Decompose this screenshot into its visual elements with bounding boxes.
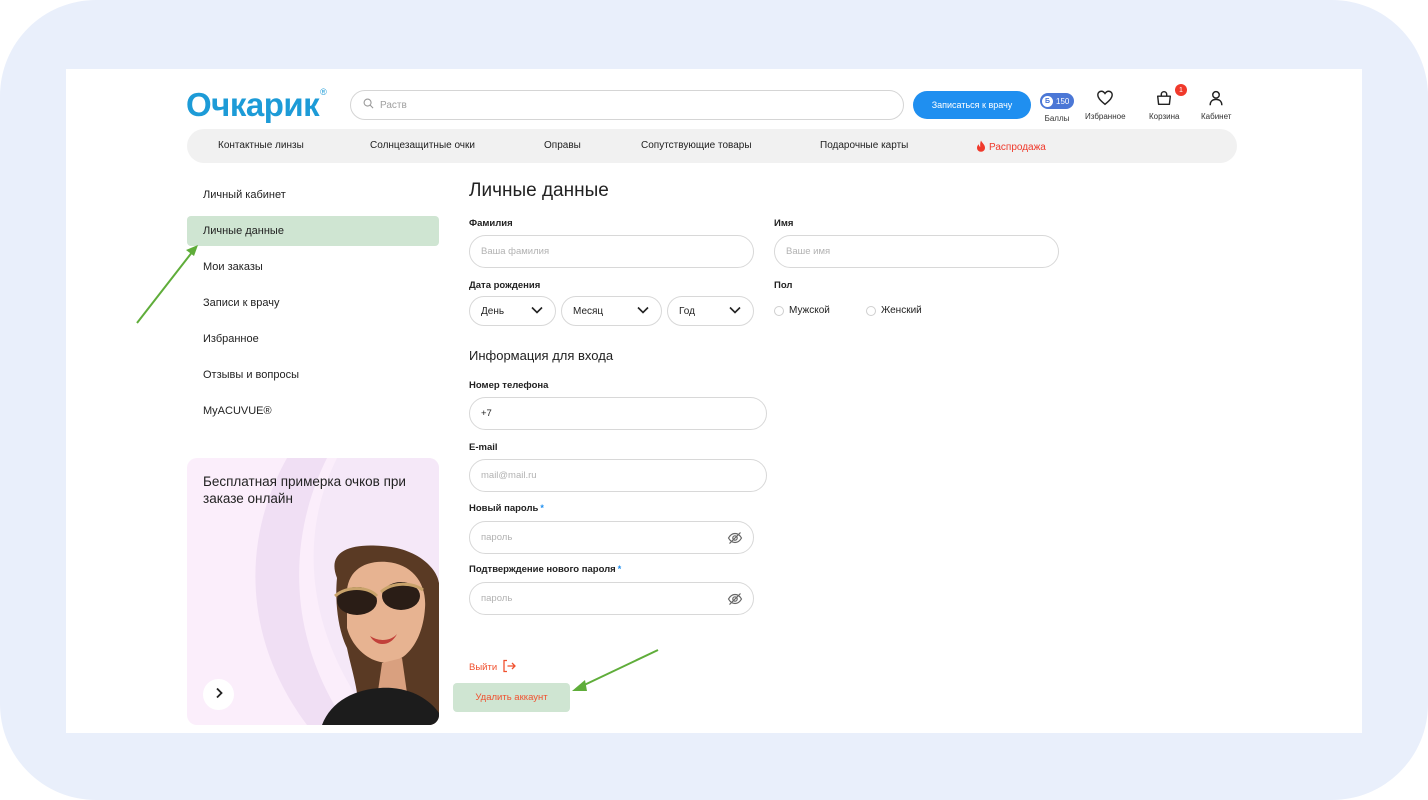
- chevron-down-icon: [637, 306, 649, 317]
- user-icon: [1207, 89, 1225, 112]
- points-label: Баллы: [1044, 114, 1070, 123]
- nav-sale[interactable]: Распродажа: [976, 140, 1046, 155]
- delete-account-button[interactable]: Удалить аккаунт: [453, 683, 570, 712]
- cart-button[interactable]: 1 Корзина: [1149, 84, 1187, 121]
- logo[interactable]: Очкарик ®: [186, 77, 327, 121]
- logout-icon: [497, 659, 517, 676]
- sidebar-item-orders[interactable]: Мои заказы: [187, 252, 439, 282]
- nav-sunglasses[interactable]: Солнцезащитные очки: [370, 140, 475, 151]
- sidebar-item-myacuvue[interactable]: MyACUVUE®: [187, 396, 439, 426]
- promo-next-button[interactable]: [203, 679, 234, 710]
- logout-link[interactable]: Выйти: [469, 659, 517, 676]
- email-input[interactable]: [481, 470, 724, 481]
- sidebar-item-favorites[interactable]: Избранное: [187, 324, 439, 354]
- year-select-value: Год: [679, 305, 695, 317]
- favorites-label: Избранное: [1085, 112, 1126, 121]
- sidebar-item-reviews[interactable]: Отзывы и вопросы: [187, 360, 439, 390]
- search-bar[interactable]: [350, 90, 904, 120]
- logout-label: Выйти: [469, 662, 498, 673]
- required-mark: *: [617, 564, 622, 574]
- confirm-password-label: Подтверждение нового пароля *: [469, 564, 621, 575]
- sidebar-item-personal-data[interactable]: Личные данные: [187, 216, 439, 246]
- email-label: E-mail: [469, 442, 498, 453]
- nav-contact-lenses[interactable]: Контактные линзы: [218, 140, 304, 151]
- new-password-input[interactable]: [481, 532, 713, 543]
- gender-female-radio[interactable]: Женский: [866, 305, 922, 316]
- name-field[interactable]: [774, 235, 1059, 268]
- heart-icon: [1096, 89, 1114, 112]
- new-password-field[interactable]: [469, 521, 754, 554]
- chevron-right-icon: [214, 687, 224, 702]
- chevron-down-icon: [729, 306, 741, 317]
- day-select-value: День: [481, 305, 505, 317]
- confirm-password-label-text: Подтверждение нового пароля: [469, 564, 616, 575]
- gender-male-label: Мужской: [789, 305, 830, 316]
- sidebar-item-cabinet[interactable]: Личный кабинет: [187, 180, 439, 210]
- confirm-password-input[interactable]: [481, 593, 713, 604]
- phone-field[interactable]: [469, 397, 767, 430]
- surname-label: Фамилия: [469, 218, 513, 229]
- year-select[interactable]: Год: [667, 296, 754, 326]
- points-coin-icon: Б: [1042, 95, 1053, 107]
- surname-input[interactable]: [481, 246, 713, 257]
- points-badge: Б 150: [1040, 93, 1074, 109]
- login-info-title: Информация для входа: [469, 348, 614, 363]
- name-label: Имя: [774, 218, 794, 229]
- search-icon: [363, 96, 374, 114]
- phone-input[interactable]: [481, 408, 724, 419]
- cart-icon: [1155, 89, 1173, 112]
- month-select-value: Месяц: [573, 305, 604, 317]
- new-password-label-text: Новый пароль: [469, 503, 539, 514]
- new-password-label: Новый пароль *: [469, 503, 544, 514]
- month-select[interactable]: Месяц: [561, 296, 662, 326]
- chevron-down-icon: [531, 306, 543, 317]
- nav-gift-cards[interactable]: Подарочные карты: [820, 140, 908, 151]
- eye-off-icon[interactable]: [727, 591, 743, 607]
- points-value: 150: [1056, 96, 1070, 106]
- cart-label: Корзина: [1149, 112, 1180, 121]
- cart-count-badge: 1: [1175, 84, 1187, 96]
- birthdate-label: Дата рождения: [469, 280, 541, 291]
- name-input[interactable]: [786, 246, 1018, 257]
- nav-accessories[interactable]: Сопутствующие товары: [641, 140, 752, 151]
- eye-off-icon[interactable]: [727, 530, 743, 546]
- logo-registered-mark: ®: [320, 87, 327, 97]
- radio-circle: [774, 305, 784, 316]
- search-input[interactable]: [380, 99, 860, 111]
- phone-label: Номер телефона: [469, 380, 549, 391]
- cabinet-button[interactable]: Кабинет: [1201, 89, 1231, 121]
- sidebar-item-appointments[interactable]: Записи к врачу: [187, 288, 439, 318]
- radio-circle: [866, 305, 876, 316]
- page-title: Личные данные: [469, 180, 609, 201]
- gender-male-radio[interactable]: Мужской: [774, 305, 830, 316]
- required-mark: *: [540, 503, 544, 513]
- promo-banner[interactable]: Бесплатная примерка очков при заказе онл…: [187, 458, 439, 725]
- nav-frames[interactable]: Оправы: [544, 140, 581, 151]
- surname-field[interactable]: [469, 235, 754, 268]
- gender-female-label: Женский: [881, 305, 922, 316]
- logo-text: Очкарик: [186, 86, 320, 123]
- promo-text: Бесплатная примерка очков при заказе онл…: [203, 474, 406, 506]
- day-select[interactable]: День: [469, 296, 556, 326]
- email-field[interactable]: [469, 459, 767, 492]
- favorites-button[interactable]: Избранное: [1085, 89, 1126, 121]
- book-doctor-button[interactable]: Записаться к врачу: [913, 91, 1031, 119]
- browser-screen: Очкарик ® Записаться к врачу Б 150 Баллы…: [66, 69, 1362, 733]
- points-button[interactable]: Б 150 Баллы: [1040, 91, 1074, 123]
- nav-sale-label: Распродажа: [989, 142, 1046, 153]
- cabinet-label: Кабинет: [1201, 112, 1232, 121]
- fire-icon: [976, 140, 989, 155]
- confirm-password-field[interactable]: [469, 582, 754, 615]
- category-nav: Контактные линзы Солнцезащитные очки Опр…: [187, 129, 1237, 163]
- gender-label: Пол: [774, 280, 793, 291]
